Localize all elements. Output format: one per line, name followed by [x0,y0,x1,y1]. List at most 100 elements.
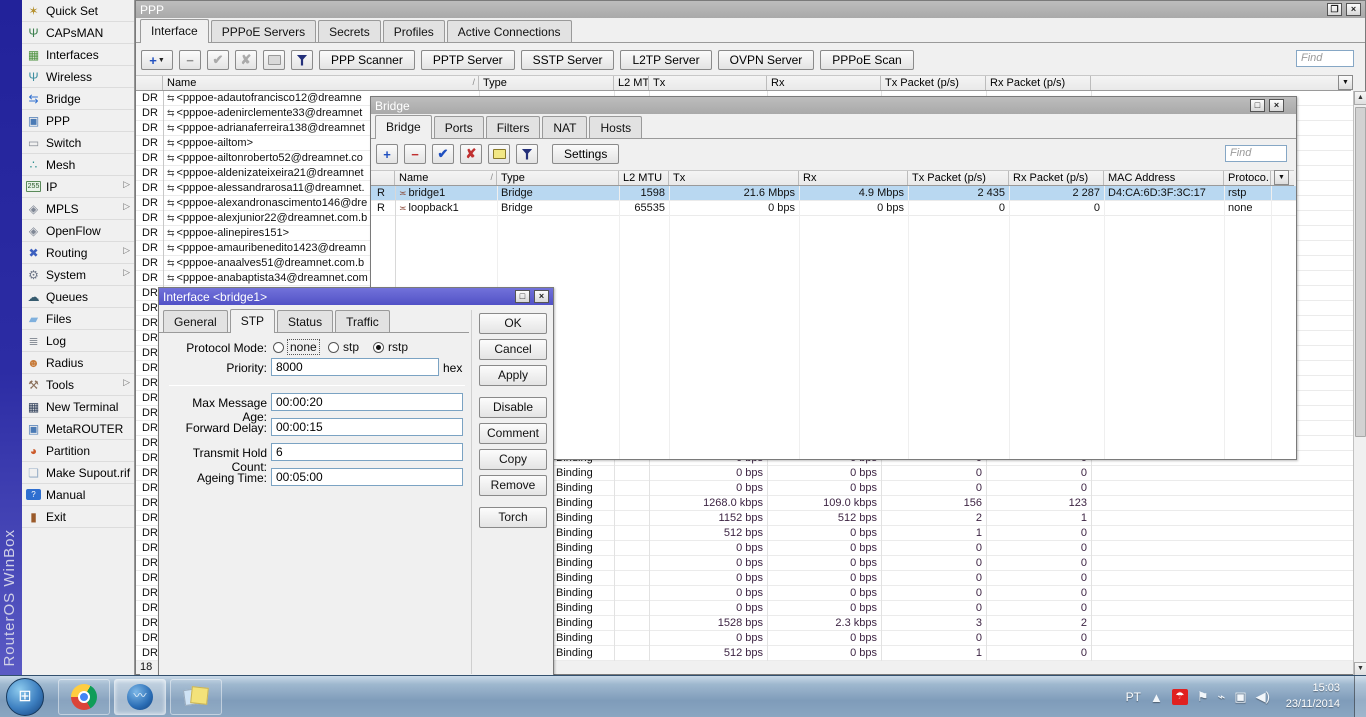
taskbar-clock[interactable]: 15:03 23/11/2014 [1286,680,1340,712]
radio-rstp-circle[interactable] [373,342,384,353]
ppp-tab-interface[interactable]: Interface [140,19,209,43]
dialog-close-icon[interactable]: × [534,290,549,303]
sidebar-item-mesh[interactable]: ∴Mesh [22,154,134,176]
scroll-up-icon[interactable]: ▲ [1354,91,1366,105]
language-indicator[interactable]: PT [1126,690,1141,704]
sidebar-item-quick-set[interactable]: ✶Quick Set [22,0,134,22]
bridge-tab-ports[interactable]: Ports [434,116,484,138]
comment-button[interactable]: Comment [479,423,547,444]
ppp-vertical-scrollbar[interactable]: ▲ ▼ [1353,91,1366,676]
ok-button[interactable]: OK [479,313,547,334]
column-header-proto[interactable]: Protoco... [1224,171,1271,185]
ppp-tab-profiles[interactable]: Profiles [383,20,445,42]
speaker-icon[interactable]: ◀) [1256,689,1270,705]
start-button[interactable]: ⊞ [6,678,44,716]
filter-button[interactable] [291,50,313,70]
ppp-scanner-button[interactable]: PPP Scanner [319,50,415,70]
radio-none-circle[interactable] [273,342,284,353]
sidebar-item-manual[interactable]: ?Manual [22,484,134,506]
sidebar-item-wireless[interactable]: ΨWireless [22,66,134,88]
sidebar-item-ip[interactable]: 255IP▷ [22,176,134,198]
sidebar-item-radius[interactable]: ☻Radius [22,352,134,374]
bridge-tab-hosts[interactable]: Hosts [589,116,642,138]
dialog-titlebar[interactable]: Interface <bridge1> □ × [159,288,553,305]
ppp-restore-icon[interactable]: ❒ [1327,3,1342,16]
copy-button[interactable]: Copy [479,449,547,470]
comment-button[interactable] [263,50,285,70]
bridge-remove-button[interactable]: − [404,144,426,164]
ppp-tab-active-connections[interactable]: Active Connections [447,20,572,42]
column-header-rx[interactable]: Rx [767,76,881,90]
bridge-close-icon[interactable]: × [1269,99,1284,112]
ovpn-server-button[interactable]: OVPN Server [718,50,815,70]
transmit-hold-count-input[interactable] [271,443,463,461]
dialog-maximize-icon[interactable]: □ [515,290,530,303]
max-message-age-input[interactable] [271,393,463,411]
sidebar-item-routing[interactable]: ✖Routing▷ [22,242,134,264]
sidebar-item-openflow[interactable]: ◈OpenFlow [22,220,134,242]
column-header-rx[interactable]: Rx [799,171,908,185]
bridge-comment-button[interactable] [488,144,510,164]
ppp-find-input[interactable]: Find [1296,50,1354,67]
sidebar-item-partition[interactable]: ◕Partition [22,440,134,462]
bridge-window-titlebar[interactable]: Bridge □ × [371,97,1296,114]
sidebar-item-make-supout-rif[interactable]: ❏Make Supout.rif [22,462,134,484]
show-desktop-button[interactable] [1354,676,1366,717]
remove-button[interactable]: − [179,50,201,70]
column-header-txp[interactable]: Tx Packet (p/s) [908,171,1009,185]
ageing-time-input[interactable] [271,468,463,486]
add-button[interactable]: +▼ [141,50,173,70]
sidebar-item-switch[interactable]: ▭Switch [22,132,134,154]
sidebar-item-metarouter[interactable]: ▣MetaROUTER [22,418,134,440]
sidebar-item-capsman[interactable]: ΨCAPsMAN [22,22,134,44]
column-header-txp[interactable]: Tx Packet (p/s) [881,76,986,90]
taskbar-app-sticky-notes[interactable] [170,679,222,715]
column-header-flag[interactable] [373,171,395,185]
enable-button[interactable]: ✔ [207,50,229,70]
column-header-tx[interactable]: Tx [649,76,767,90]
column-header-tx[interactable]: Tx [669,171,799,185]
column-header-l2mtu[interactable]: L2 MTU [614,76,649,90]
dialog-tab-status[interactable]: Status [277,310,333,332]
power-plug-icon[interactable]: ⌁ [1218,689,1226,705]
cancel-button[interactable]: Cancel [479,339,547,360]
scroll-down-icon[interactable]: ▼ [1354,662,1366,676]
column-header-flag[interactable] [138,76,163,90]
pptp-server-button[interactable]: PPTP Server [421,50,515,70]
column-header-name[interactable]: Name/ [163,76,479,90]
dialog-tab-general[interactable]: General [163,310,228,332]
ppp-column-selector-button[interactable]: ▼ [1338,75,1353,90]
sidebar-item-mpls[interactable]: ◈MPLS▷ [22,198,134,220]
column-header-l2mtu[interactable]: L2 MTU [619,171,669,185]
bridge-add-button[interactable]: + [376,144,398,164]
action-center-flag-icon[interactable]: ⚑ [1197,689,1209,705]
column-header-type[interactable]: Type [479,76,614,90]
ppp-tab-pppoe-servers[interactable]: PPPoE Servers [211,20,316,42]
column-header-mac[interactable]: MAC Address [1104,171,1224,185]
torch-button[interactable]: Torch [479,507,547,528]
bridge-row-loopback1[interactable]: R≍loopback1Bridge655350 bps0 bps00none [371,201,1296,216]
hidden-icons-chevron-icon[interactable]: ▲ [1150,690,1163,705]
bridge-column-selector-button[interactable]: ▼ [1274,170,1289,185]
priority-input[interactable] [271,358,439,376]
sstp-server-button[interactable]: SSTP Server [521,50,615,70]
remove-button[interactable]: Remove [479,475,547,496]
sidebar-item-tools[interactable]: ⚒Tools▷ [22,374,134,396]
settings-button[interactable]: Settings [552,144,619,164]
l2tp-server-button[interactable]: L2TP Server [620,50,711,70]
bridge-row-bridge1[interactable]: R≍bridge1Bridge159821.6 Mbps4.9 Mbps2 43… [371,186,1296,201]
ppp-scrollbar-thumb[interactable] [1355,107,1366,437]
bridge-tab-nat[interactable]: NAT [542,116,587,138]
column-header-rxp[interactable]: Rx Packet (p/s) [1009,171,1104,185]
dialog-tab-stp[interactable]: STP [230,309,275,333]
apply-button[interactable]: Apply [479,365,547,386]
taskbar-app-chrome[interactable] [58,679,110,715]
disable-button[interactable]: ✘ [235,50,257,70]
sidebar-item-new-terminal[interactable]: ▦New Terminal [22,396,134,418]
ppp-close-icon[interactable]: × [1346,3,1361,16]
protocol-none-radio[interactable]: none [273,340,319,354]
ppp-window-titlebar[interactable]: PPP ❒ × [136,1,1365,18]
ppp-tab-secrets[interactable]: Secrets [318,20,381,42]
bridge-filter-button[interactable] [516,144,538,164]
dialog-tab-traffic[interactable]: Traffic [335,310,390,332]
